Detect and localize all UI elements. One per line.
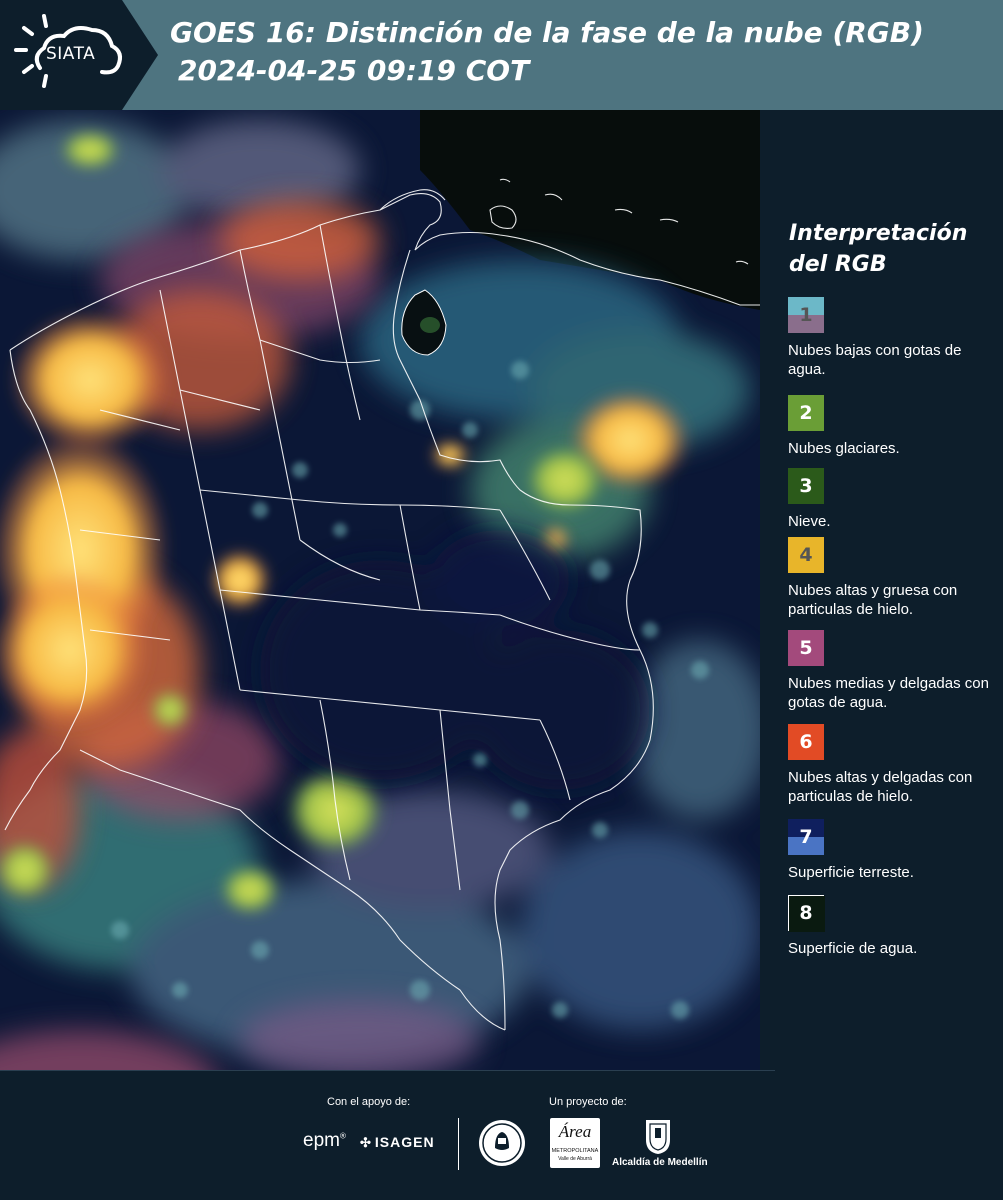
- legend-item-7: 7 Superficie terreste.: [788, 819, 1003, 882]
- legend-label: Nubes bajas con gotas de agua.: [788, 342, 962, 378]
- legend-label: Nubes glaciares.: [788, 440, 900, 457]
- legend-item-3: 3 Nieve.: [788, 468, 1003, 531]
- legend-label: Nubes altas y delgadas con particulas de…: [788, 769, 973, 805]
- isagen-logo: ✣ ISAGEN: [360, 1134, 435, 1150]
- legend-panel: Interpretación del RGB 1 Nubes bajas con…: [760, 110, 1003, 1070]
- legend-label: Nieve.: [788, 513, 831, 530]
- legend-item-6: 6 Nubes altas y delgadas con particulas …: [788, 724, 1003, 806]
- alcaldia-text: Alcaldía de Medellín: [612, 1157, 708, 1168]
- legend-swatch: 4: [788, 537, 824, 573]
- isagen-mark-icon: ✣: [360, 1135, 372, 1150]
- support-label: Con el apoyo de:: [327, 1096, 411, 1108]
- legend-swatch: 6: [788, 724, 824, 760]
- legend-item-2: 2 Nubes glaciares.: [788, 395, 1003, 458]
- legend-swatch: 1: [788, 297, 824, 333]
- municipal-seal-icon: [479, 1120, 525, 1166]
- legend-label: Superficie de agua.: [788, 940, 918, 957]
- page-timestamp: 2024-04-25 09:19 COT: [178, 54, 530, 87]
- legend-swatch: 7: [788, 819, 824, 855]
- epm-logo-text: epm: [303, 1130, 340, 1151]
- footer-bar: Con el apoyo de: Un proyecto de: epm® ✣ I…: [0, 1070, 1003, 1200]
- legend-swatch: 2: [788, 395, 824, 431]
- satellite-map[interactable]: [0, 110, 760, 1070]
- legend-swatch: 8: [788, 895, 825, 932]
- legend-label: Superficie terreste.: [788, 864, 914, 881]
- legend-title-line1: Interpretación: [789, 221, 968, 246]
- legend-title-line2: del RGB: [789, 252, 887, 277]
- epm-logo: epm®: [303, 1130, 346, 1151]
- legend-item-8: 8 Superficie de agua.: [788, 895, 1003, 958]
- area-metropolitana-logo: Área METROPOLITANA Valle de Aburrá: [550, 1118, 600, 1168]
- legend-item-5: 5 Nubes medias y delgadas con gotas de a…: [788, 630, 1003, 712]
- footer-vertical-divider: [458, 1118, 459, 1170]
- alcaldia-shield-icon: [646, 1120, 670, 1154]
- legend-label: Nubes medias y delgadas con gotas de agu…: [788, 675, 989, 711]
- legend-label: Nubes altas y gruesa con particulas de h…: [788, 582, 958, 618]
- legend-item-1: 1 Nubes bajas con gotas de agua.: [788, 297, 1003, 379]
- legend-item-4: 4 Nubes altas y gruesa con particulas de…: [788, 537, 1003, 619]
- siata-logo-text: SIATA: [46, 44, 96, 64]
- legend-swatch: 3: [788, 468, 824, 504]
- header-bar: SIATA GOES 16: Distinción de la fase de …: [0, 0, 1003, 110]
- legend-title: Interpretación del RGB: [789, 218, 989, 280]
- legend-swatch: 5: [788, 630, 824, 666]
- footer-divider-line: [0, 1070, 775, 1071]
- page-title: GOES 16: Distinción de la fase de la nub…: [170, 16, 924, 49]
- siata-logo: SIATA: [0, 0, 158, 110]
- project-label: Un proyecto de:: [549, 1096, 627, 1108]
